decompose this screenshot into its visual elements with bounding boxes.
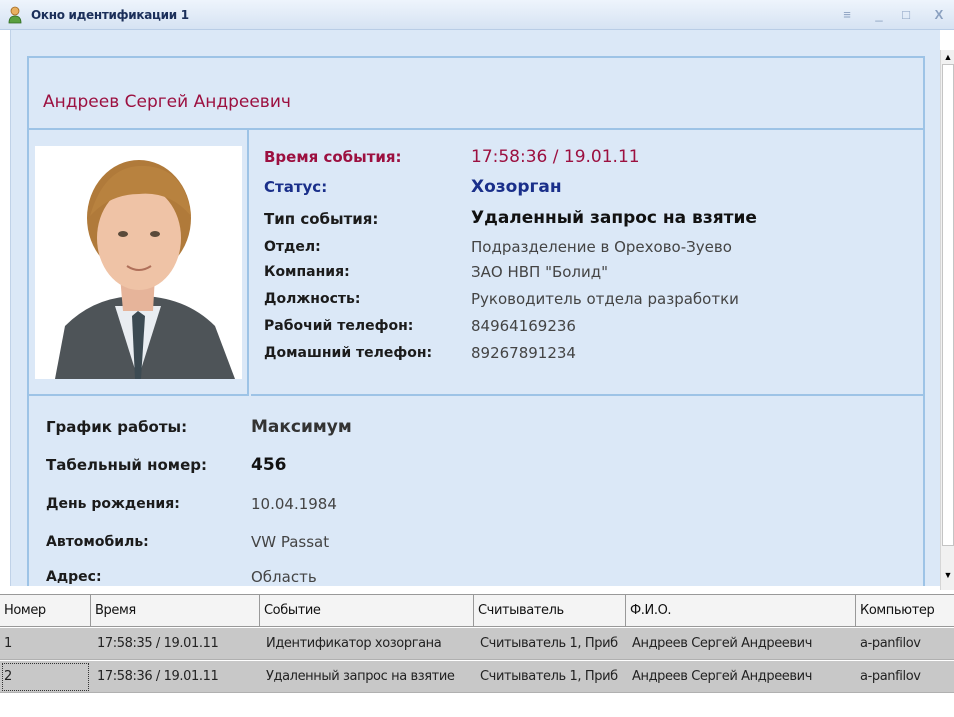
event-type-value: Удаленный запрос на взятие [471, 208, 757, 228]
scroll-up-arrow-icon[interactable]: ▲ [941, 50, 954, 64]
window-title: Окно идентификации 1 [31, 8, 189, 22]
minimize-button[interactable]: _ [870, 6, 888, 24]
position-label: Должность: [264, 291, 361, 307]
table-cell: Андреев Сергей Андреевич [632, 636, 812, 651]
status-value: Хозорган [471, 177, 562, 197]
table-cell: a-panfilov [860, 636, 921, 651]
home-phone-label: Домашний телефон: [264, 345, 433, 361]
card-frame: Андреев Сергей Андреевич Время события: … [27, 56, 925, 586]
person-name: Андреев Сергей Андреевич [43, 92, 291, 112]
status-label: Статус: [264, 178, 328, 196]
column-header-computer[interactable]: Компьютер [856, 595, 954, 627]
table-cell: a-panfilov [860, 669, 921, 684]
employee-number-label: Табельный номер: [46, 456, 207, 474]
column-header-event[interactable]: Событие [260, 595, 474, 627]
car-value: VW Passat [251, 533, 330, 551]
maximize-button[interactable]: □ [897, 6, 915, 24]
department-label: Отдел: [264, 239, 321, 255]
table-header: Номер Время Событие Считыватель Ф.И.О. К… [0, 595, 954, 627]
table-cell: Считыватель 1, Приб [480, 636, 618, 651]
birthday-value: 10.04.1984 [251, 495, 337, 513]
company-label: Компания: [264, 264, 350, 280]
event-info-section: Время события: 17:58:36 / 19.01.11 Стату… [251, 130, 923, 396]
event-time-label: Время события: [264, 148, 402, 166]
column-header-number[interactable]: Номер [0, 595, 91, 627]
close-button[interactable]: X [930, 6, 948, 24]
table-cell: 17:58:35 / 19.01.11 [97, 636, 219, 651]
table-cell: Удаленный запрос на взятие [266, 669, 455, 684]
address-value: Область [251, 568, 317, 586]
work-schedule-value: Максимум [251, 417, 352, 437]
employee-number-value: 456 [251, 455, 287, 475]
column-header-name[interactable]: Ф.И.О. [626, 595, 856, 627]
table-cell: 17:58:36 / 19.01.11 [97, 669, 219, 684]
name-section: Андреев Сергей Андреевич [29, 58, 923, 130]
window-menu-button[interactable]: ≡ [838, 6, 856, 24]
person-photo-image [35, 146, 242, 379]
window-titlebar: Окно идентификации 1 ≡ _ □ X [0, 0, 954, 30]
person-photo [35, 146, 242, 379]
identification-card: Андреев Сергей Андреевич Время события: … [10, 30, 940, 586]
table-cell: 2 [0, 661, 91, 693]
card-vertical-scrollbar[interactable]: ▲ ▼ [940, 50, 954, 590]
position-value: Руководитель отдела разработки [471, 290, 739, 308]
home-phone-value: 89267891234 [471, 344, 576, 362]
table-cell: Андреев Сергей Андреевич [632, 669, 812, 684]
event-time-value: 17:58:36 / 19.01.11 [471, 147, 640, 167]
event-type-label: Тип события: [264, 210, 379, 228]
column-header-time[interactable]: Время [91, 595, 260, 627]
events-table: Номер Время Событие Считыватель Ф.И.О. К… [0, 594, 954, 717]
work-phone-value: 84964169236 [471, 317, 576, 335]
scroll-down-arrow-icon[interactable]: ▼ [941, 568, 954, 582]
table-cell: 1 [4, 636, 12, 651]
user-icon [8, 6, 22, 24]
table-cell: Идентификатор хозоргана [266, 636, 442, 651]
column-header-reader[interactable]: Считыватель [474, 595, 626, 627]
scroll-thumb[interactable] [942, 64, 954, 546]
car-label: Автомобиль: [46, 534, 149, 550]
company-value: ЗАО НВП "Болид" [471, 263, 609, 281]
table-row[interactable]: 2 17:58:36 / 19.01.11 Удаленный запрос н… [0, 661, 954, 693]
photo-section [29, 130, 249, 396]
work-schedule-label: График работы: [46, 418, 188, 436]
address-label: Адрес: [46, 569, 102, 585]
birthday-label: День рождения: [46, 496, 180, 512]
table-cell: Считыватель 1, Приб [480, 669, 618, 684]
work-phone-label: Рабочий телефон: [264, 318, 414, 334]
table-row[interactable]: 1 17:58:35 / 19.01.11 Идентификатор хозо… [0, 628, 954, 660]
department-value: Подразделение в Орехово-Зуево [471, 238, 732, 256]
